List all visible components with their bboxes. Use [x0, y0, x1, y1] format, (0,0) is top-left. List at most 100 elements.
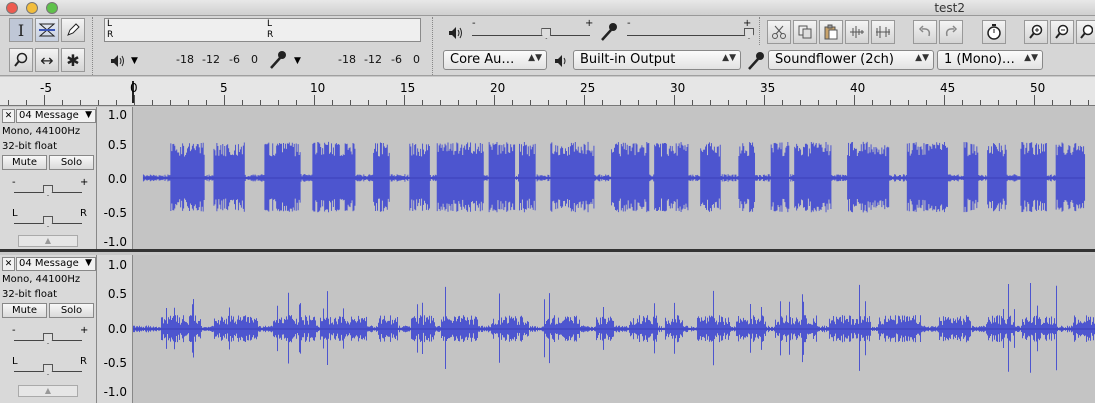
ruler-tick	[962, 100, 963, 105]
output-volume-speaker-icon	[449, 27, 462, 39]
output-volume-thumb[interactable]	[541, 28, 552, 39]
magnifier-icon	[14, 52, 28, 67]
audio-host-select[interactable]: Core Au… ▲▼	[443, 50, 547, 70]
redo-icon	[945, 25, 958, 37]
track-name: 04 Message	[19, 110, 79, 121]
paste-button[interactable]	[819, 20, 843, 44]
gain-slider[interactable]	[14, 331, 82, 344]
playback-device-value: Built-in Output	[580, 52, 676, 67]
ruler-tick	[1016, 100, 1017, 105]
play-meter-scale-6: -6	[229, 53, 240, 66]
pan-thumb[interactable]	[43, 364, 53, 375]
track-name-menu[interactable]: 04 Message ▼	[16, 257, 96, 271]
track-name: 04 Message	[19, 258, 79, 269]
playback-device-select[interactable]: Built-in Output ▲▼	[573, 50, 741, 70]
zoom-in-button[interactable]	[1024, 20, 1048, 44]
ruler-tick	[908, 100, 909, 105]
pan-thumb[interactable]	[43, 216, 53, 227]
toolbar-grip[interactable]	[92, 17, 98, 75]
input-volume-thumb[interactable]	[744, 28, 754, 39]
pan-slider[interactable]	[14, 362, 82, 375]
ruler-tick	[26, 100, 27, 105]
toolbar-grip-3[interactable]	[759, 17, 765, 45]
ruler-tick	[710, 100, 711, 105]
output-volume-slider[interactable]	[472, 26, 590, 39]
ruler-tick	[296, 100, 297, 105]
close-window-button[interactable]	[6, 2, 18, 14]
play-meter-dropdown[interactable]: ▼	[131, 56, 138, 66]
gain-slider[interactable]	[14, 183, 82, 196]
track-control-panel: ✕ 04 Message ▼ Mono, 44100Hz 32-bit float…	[0, 107, 97, 249]
close-track-button[interactable]: ✕	[2, 257, 15, 271]
pan-slider[interactable]	[14, 214, 82, 227]
ruler-tick	[872, 100, 873, 105]
ruler-tick	[998, 100, 999, 105]
waveform-path	[142, 141, 1086, 213]
ruler-tick	[332, 100, 333, 105]
ruler-tick	[620, 100, 621, 105]
trim-button[interactable]	[845, 20, 869, 44]
close-track-button[interactable]: ✕	[2, 109, 15, 123]
meter-box[interactable]: L R L R	[104, 18, 421, 42]
track-sample-rate: Mono, 44100Hz	[2, 126, 81, 137]
ruler-label: 30	[670, 81, 686, 95]
envelope-tool-button[interactable]	[35, 18, 59, 42]
waveform-display[interactable]	[133, 107, 1095, 249]
solo-button[interactable]: Solo	[49, 303, 94, 318]
toolbar: I ↔ ✱ L R L R ▼ -18 -12 -6 0 ▼ -18 -12 -…	[0, 16, 1095, 76]
ruler-tick	[728, 100, 729, 105]
collapse-track-button[interactable]: ▲	[18, 235, 78, 247]
collapse-track-button[interactable]: ▲	[18, 385, 78, 397]
silence-button[interactable]	[871, 20, 895, 44]
recording-channels-select[interactable]: 1 (Mono)… ▲▼	[937, 50, 1043, 70]
playback-device-speaker-icon	[555, 55, 566, 67]
zoom-out-button[interactable]	[1050, 20, 1074, 44]
gain-thumb[interactable]	[43, 185, 53, 196]
ruler-tick	[1052, 100, 1053, 105]
ruler-tick	[818, 100, 819, 105]
toolbar-grip-2[interactable]	[432, 17, 438, 75]
ruler-label: -5	[40, 81, 52, 95]
rec-meter-scale-0: 0	[413, 53, 420, 66]
ruler-tick	[188, 100, 189, 105]
track-format: 32-bit float	[2, 141, 58, 152]
scale-label-0: 0.0	[107, 172, 127, 186]
selection-tool-button[interactable]: I	[9, 18, 33, 42]
ruler-tick	[782, 100, 783, 105]
scale-label-neg-1: -1.0	[103, 385, 127, 399]
copy-button[interactable]	[793, 20, 817, 44]
draw-tool-button[interactable]	[61, 18, 85, 42]
ruler-tick	[62, 100, 63, 105]
sync-lock-button[interactable]	[982, 20, 1006, 44]
recording-device-select[interactable]: Soundflower (2ch) ▲▼	[768, 50, 934, 70]
multi-tool-button[interactable]: ✱	[61, 48, 85, 72]
rec-meter-dropdown[interactable]: ▼	[294, 56, 301, 66]
zoom-window-button[interactable]	[46, 2, 58, 14]
ruler-tick	[80, 100, 81, 105]
undo-button[interactable]	[913, 20, 937, 44]
minimize-window-button[interactable]	[26, 2, 38, 14]
undo-icon	[918, 25, 931, 37]
ruler-tick	[368, 100, 369, 105]
cut-button[interactable]	[767, 20, 791, 44]
mute-button[interactable]: Mute	[2, 303, 47, 318]
track-name-menu[interactable]: 04 Message ▼	[16, 109, 96, 123]
ruler-tick	[890, 100, 891, 105]
mute-button[interactable]: Mute	[2, 155, 47, 170]
ruler-tick	[800, 100, 801, 105]
play-meter-scale-18: -18	[176, 53, 194, 66]
ruler-tick	[386, 100, 387, 105]
solo-button[interactable]: Solo	[49, 155, 94, 170]
redo-button[interactable]	[939, 20, 963, 44]
scale-label-0-5: 0.5	[107, 138, 127, 152]
gain-thumb[interactable]	[43, 333, 53, 344]
waveform-display[interactable]	[133, 255, 1095, 403]
timeline-ruler[interactable]: -5 0 5 10 15 20 25 30 35 40 45 50	[0, 77, 1095, 106]
fit-selection-button[interactable]	[1076, 20, 1095, 44]
scissors-icon	[772, 25, 786, 39]
timeshift-tool-button[interactable]: ↔	[35, 48, 59, 72]
zoom-in-icon	[1029, 24, 1043, 39]
ruler-tick	[1034, 95, 1035, 105]
input-volume-slider[interactable]	[627, 26, 754, 39]
zoom-tool-button[interactable]	[9, 48, 33, 72]
